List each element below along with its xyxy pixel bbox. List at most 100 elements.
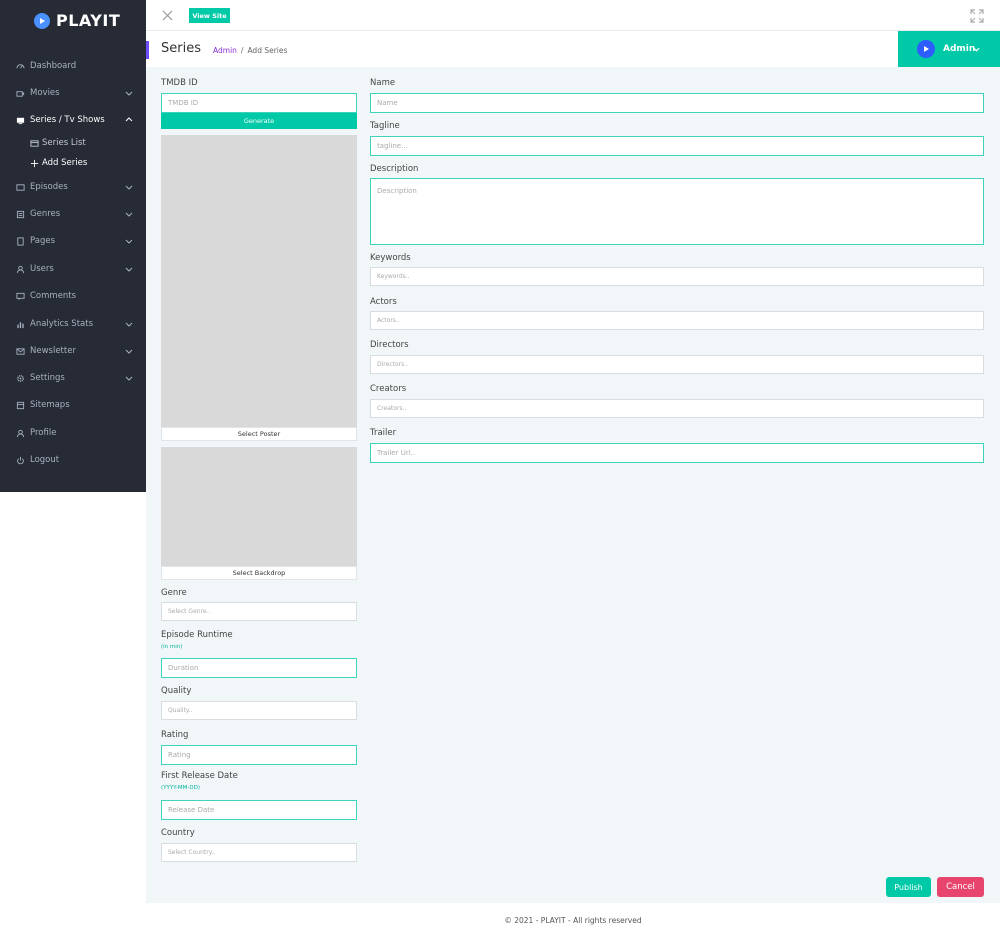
chevron-down-icon [125, 185, 133, 190]
poster-preview [161, 135, 357, 427]
sidebar: PLAYIT Dashboard Movies Series / Tv Show… [0, 0, 146, 492]
chart-icon [17, 321, 24, 328]
sidebar-item-profile[interactable]: Profile [0, 422, 146, 444]
chevron-down-icon [125, 239, 133, 244]
country-label: Country [161, 828, 195, 838]
sidebar-item-genres[interactable]: Genres [0, 203, 146, 225]
page-title: Series [161, 41, 201, 56]
breadcrumb-separator: / [240, 46, 244, 55]
brand-name: PLAYIT [56, 11, 121, 30]
brand-logo[interactable]: PLAYIT [34, 11, 120, 30]
episode-icon [16, 183, 25, 191]
quality-select[interactable] [161, 701, 357, 720]
avatar [917, 40, 935, 58]
close-icon[interactable] [162, 10, 173, 21]
select-poster-button[interactable]: Select Poster [161, 427, 357, 441]
user-name: Admin [943, 44, 976, 54]
sidebar-item-dashboard[interactable]: Dashboard [0, 55, 146, 77]
movie-icon [16, 90, 25, 97]
topbar: View Site [146, 0, 1000, 31]
cancel-button[interactable]: Cancel [937, 877, 984, 897]
rating-label: Rating [161, 730, 189, 740]
backdrop-preview [161, 447, 357, 566]
footer-copyright: © 2021 - PLAYIT - All rights reserved [504, 916, 642, 925]
sidebar-item-analytics[interactable]: Analytics Stats [0, 313, 146, 335]
list-icon [30, 139, 39, 147]
chevron-down-icon [125, 91, 133, 96]
profile-icon [16, 429, 25, 437]
view-site-button[interactable]: View Site [189, 8, 230, 23]
sidebar-subitem-series-list[interactable]: Series List [0, 134, 146, 152]
tagline-label: Tagline [370, 121, 400, 131]
comment-icon [16, 292, 25, 300]
dashboard-icon [16, 63, 25, 69]
chevron-down-icon [125, 349, 133, 354]
mail-icon [16, 347, 25, 355]
directors-input[interactable] [370, 355, 984, 374]
runtime-hint: (in min) [161, 644, 183, 650]
actors-input[interactable] [370, 311, 984, 330]
tagline-input[interactable] [370, 136, 984, 156]
rating-input[interactable] [161, 745, 357, 765]
quality-label: Quality [161, 686, 192, 696]
play-icon [924, 46, 929, 52]
generate-button[interactable]: Generate [161, 113, 357, 129]
keywords-input[interactable] [370, 267, 984, 286]
sidebar-item-comments[interactable]: Comments [0, 285, 146, 307]
user-menu[interactable]: Admin [898, 31, 1000, 67]
tmdb-input[interactable] [161, 93, 357, 113]
sidebar-item-episodes[interactable]: Episodes [0, 176, 146, 198]
genre-icon [16, 210, 25, 218]
breadcrumb-root[interactable]: Admin [213, 46, 237, 55]
creators-label: Creators [370, 384, 407, 394]
sidebar-item-logout[interactable]: Logout [0, 449, 146, 471]
user-icon [16, 265, 25, 273]
breadcrumb-current: Add Series [247, 46, 288, 55]
sidebar-item-sitemaps[interactable]: Sitemaps [0, 394, 146, 416]
release-label: First Release Date [161, 771, 238, 781]
publish-button[interactable]: Publish [886, 877, 931, 897]
genre-label: Genre [161, 588, 187, 598]
chevron-down-icon [125, 212, 133, 217]
chevron-down-icon [125, 267, 133, 272]
header-accent-bar [146, 41, 149, 59]
fullscreen-icon[interactable] [970, 9, 984, 23]
chevron-down-icon [125, 322, 133, 327]
chevron-down-icon [973, 47, 980, 52]
sidebar-item-users[interactable]: Users [0, 258, 146, 280]
trailer-input[interactable] [370, 443, 984, 463]
sidebar-item-settings[interactable]: Settings [0, 367, 146, 389]
chevron-down-icon [125, 376, 133, 381]
sidebar-item-movies[interactable]: Movies [0, 82, 146, 104]
plus-icon [30, 159, 39, 167]
country-select[interactable] [161, 843, 357, 862]
breadcrumb: Admin / Add Series [213, 46, 287, 55]
release-hint: (YYYY-MM-DD) [161, 785, 201, 791]
description-label: Description [370, 164, 419, 174]
select-backdrop-button[interactable]: Select Backdrop [161, 566, 357, 580]
play-icon [34, 12, 50, 29]
sidebar-item-newsletter[interactable]: Newsletter [0, 340, 146, 362]
sitemap-icon [16, 401, 25, 409]
gear-icon [17, 374, 24, 382]
name-label: Name [370, 78, 396, 88]
page-header: Series Admin / Add Series Admin [146, 31, 1000, 67]
sidebar-item-series[interactable]: Series / Tv Shows [0, 109, 146, 131]
page-icon [17, 236, 24, 246]
creators-input[interactable] [370, 399, 984, 418]
sidebar-subitem-add-series[interactable]: Add Series [0, 154, 146, 172]
power-icon [17, 456, 24, 464]
release-date-input[interactable] [161, 800, 357, 820]
directors-label: Directors [370, 340, 409, 350]
sidebar-item-pages[interactable]: Pages [0, 230, 146, 252]
keywords-label: Keywords [370, 253, 411, 263]
runtime-input[interactable] [161, 658, 357, 678]
tmdb-label: TMDB ID [161, 78, 198, 88]
tv-icon [16, 117, 25, 124]
genre-select[interactable] [161, 602, 357, 621]
runtime-label: Episode Runtime [161, 630, 233, 640]
actors-label: Actors [370, 297, 397, 307]
name-input[interactable] [370, 93, 984, 113]
trailer-label: Trailer [370, 428, 397, 438]
description-textarea[interactable] [370, 178, 984, 245]
